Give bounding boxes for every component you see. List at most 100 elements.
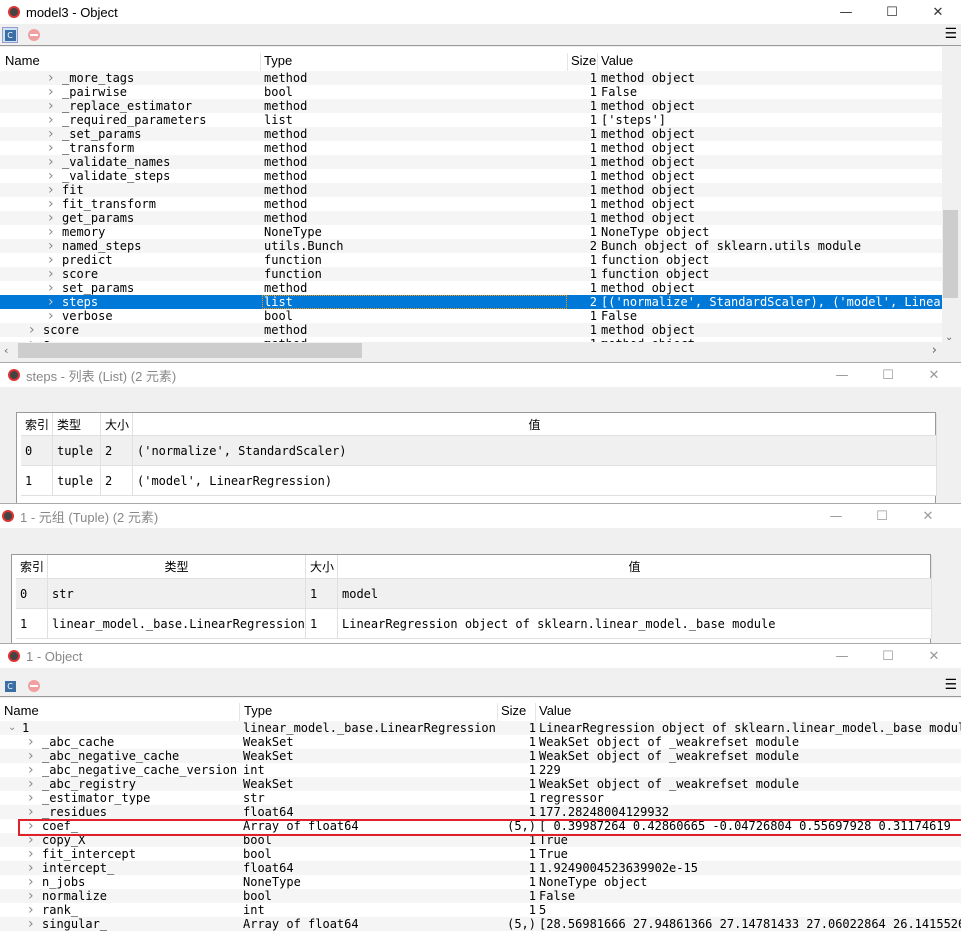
chevron-right-icon[interactable]: › [28,917,34,931]
table-cell[interactable]: tuple [53,436,101,466]
maximize-button[interactable]: ☐ [859,504,905,528]
table-cell[interactable]: str [48,579,306,609]
tree-row[interactable]: › score method method object 1 [0,323,942,337]
tree-row[interactable]: › _replace_estimator method method object 1 [0,99,942,113]
table-header-0[interactable]: 索引 [16,555,48,579]
tree-row[interactable]: › _set_params method method object 1 [0,127,942,141]
chevron-right-icon[interactable]: › [48,71,54,85]
table-header-2[interactable]: 大小 [306,555,338,579]
chevron-right-icon[interactable]: › [48,225,54,239]
table-cell[interactable]: 1 [21,466,53,496]
close-button[interactable]: ✕ [905,504,951,528]
tree-row[interactable]: › _more_tags method method object 1 [0,71,942,85]
tree-row[interactable]: › steps list [('normalize', StandardScaler)… [0,295,942,309]
table-cell[interactable]: ('model', LinearRegression) [133,466,937,496]
column-name[interactable]: Name [4,703,39,718]
tree-row[interactable]: ⌄ 1 linear_model._base.LinearRegression Lin… [0,721,961,735]
chevron-right-icon[interactable]: › [28,861,34,875]
chevron-right-icon[interactable]: › [28,903,34,917]
minimize-button[interactable]: — [813,504,859,528]
class-toggle-button[interactable]: C [2,27,18,43]
table-cell[interactable]: ('normalize', StandardScaler) [133,436,937,466]
chevron-right-icon[interactable]: › [48,127,54,141]
tree-row[interactable]: › _abc_cache WeakSet WeakSet object of _wea… [0,735,961,749]
vertical-scrollbar[interactable]: ⌄ [942,47,959,343]
table-cell[interactable]: 2 [101,436,133,466]
table-cell[interactable]: 1 [306,609,338,639]
table-header-2[interactable]: 大小 [101,413,133,436]
tree-row[interactable]: › _abc_registry WeakSet WeakSet object of _… [0,777,961,791]
chevron-right-icon[interactable]: › [28,805,34,819]
tree-row[interactable]: › fit_transform method method object 1 [0,197,942,211]
tree-row[interactable]: › _validate_names method method object 1 [0,155,942,169]
close-button[interactable]: ✕ [915,0,961,24]
table-header-1[interactable]: 类型 [53,413,101,436]
chevron-right-icon[interactable]: › [48,309,54,323]
hamburger-menu-icon[interactable]: ☰ [944,26,957,42]
stop-icon[interactable] [28,29,40,41]
chevron-right-icon[interactable]: › [48,85,54,99]
chevron-right-icon[interactable]: › [28,735,34,749]
minimize-button[interactable]: — [819,363,865,387]
table-cell[interactable]: 2 [101,466,133,496]
tree-row[interactable]: › get_params method method object 1 [0,211,942,225]
chevron-right-icon[interactable]: › [48,169,54,183]
tree-row[interactable]: › memory NoneType NoneType object 1 [0,225,942,239]
chevron-right-icon[interactable]: › [48,141,54,155]
table-cell[interactable]: 0 [21,436,53,466]
column-size[interactable]: Size [571,53,596,68]
table-cell[interactable]: LinearRegression object of sklearn.linea… [338,609,932,639]
stop-icon[interactable] [28,680,40,692]
scrollbar-thumb[interactable] [943,210,958,298]
tree-row[interactable]: › named_steps utils.Bunch Bunch object of s… [0,239,942,253]
chevron-right-icon[interactable]: › [28,889,34,903]
tree-row[interactable]: › predict function function object 1 [0,253,942,267]
column-type[interactable]: Type [244,703,272,718]
maximize-button[interactable]: ☐ [865,363,911,387]
chevron-down-icon[interactable]: ⌄ [8,721,16,735]
column-value[interactable]: Value [539,703,571,718]
column-type[interactable]: Type [264,53,292,68]
table-cell[interactable]: model [338,579,932,609]
scrollbar-thumb[interactable] [18,343,362,358]
column-value[interactable]: Value [601,53,633,68]
chevron-right-icon[interactable]: › [28,847,34,861]
tree-row[interactable]: › _required_parameters list ['steps'] 1 [0,113,942,127]
tree-row[interactable]: › singular_ Array of float64 [28.56981666 2… [0,917,961,931]
scroll-right-icon[interactable]: › [932,343,937,358]
tree-row[interactable]: › verbose bool False 1 [0,309,942,323]
tree-row[interactable]: › _abc_negative_cache WeakSet WeakSet objec… [0,749,961,763]
chevron-right-icon[interactable]: › [28,875,34,889]
chevron-right-icon[interactable]: › [28,749,34,763]
chevron-right-icon[interactable]: › [28,777,34,791]
close-button[interactable]: ✕ [911,644,957,668]
hamburger-menu-icon[interactable]: ☰ [944,677,957,693]
tree-row[interactable]: › n_jobs NoneType NoneType object 1 [0,875,961,889]
chevron-right-icon[interactable]: › [48,281,54,295]
class-toggle-button[interactable]: C [2,678,18,694]
chevron-right-icon[interactable]: › [48,183,54,197]
table-cell[interactable]: 1 [306,579,338,609]
minimize-button[interactable]: — [819,644,865,668]
chevron-right-icon[interactable]: › [28,791,34,805]
horizontal-scrollbar[interactable]: ‹ › [0,342,959,359]
tree-row[interactable]: › rank_ int 5 1 [0,903,961,917]
tree-row[interactable]: › _abc_negative_cache_version int 229 1 [0,763,961,777]
chevron-right-icon[interactable]: › [48,197,54,211]
maximize-button[interactable]: ☐ [865,644,911,668]
chevron-right-icon[interactable]: › [48,155,54,169]
table-header-0[interactable]: 索引 [21,413,53,436]
column-name[interactable]: Name [5,53,40,68]
tree-row[interactable]: › _residues float64 177.28248004129932 1 [0,805,961,819]
scroll-left-icon[interactable]: ‹ [4,344,8,357]
chevron-right-icon[interactable]: › [48,295,54,309]
chevron-right-icon[interactable]: › [48,253,54,267]
chevron-right-icon[interactable]: › [48,99,54,113]
tree-row[interactable]: › fit method method object 1 [0,183,942,197]
tree-row[interactable]: › _validate_steps method method object 1 [0,169,942,183]
chevron-right-icon[interactable]: › [48,113,54,127]
maximize-button[interactable]: ☐ [869,0,915,24]
close-button[interactable]: ✕ [911,363,957,387]
chevron-right-icon[interactable]: › [48,239,54,253]
chevron-right-icon[interactable]: › [48,211,54,225]
